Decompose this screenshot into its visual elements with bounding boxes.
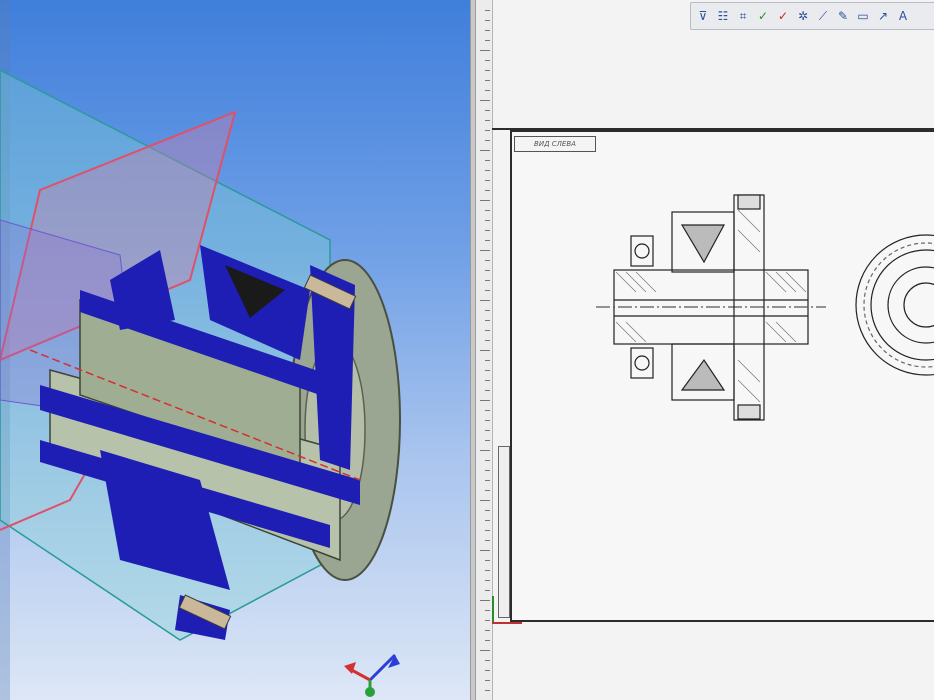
model-viewport[interactable] — [0, 0, 470, 700]
bearing-bottom — [630, 347, 654, 379]
section-drawing[interactable] — [476, 0, 934, 700]
side-view — [855, 234, 934, 376]
bearing-top — [630, 235, 654, 267]
model-3d-canvas[interactable] — [0, 0, 470, 700]
axis-triad — [344, 653, 400, 697]
origin-x-axis — [492, 622, 522, 624]
drawing-viewport[interactable]: ⊽ ☷ ⌗ ✓ ✓ ✲ ⟋ ✎ ▭ ↗ A ВИД СЛЕВА — [476, 0, 934, 700]
origin-y-axis — [492, 596, 494, 624]
